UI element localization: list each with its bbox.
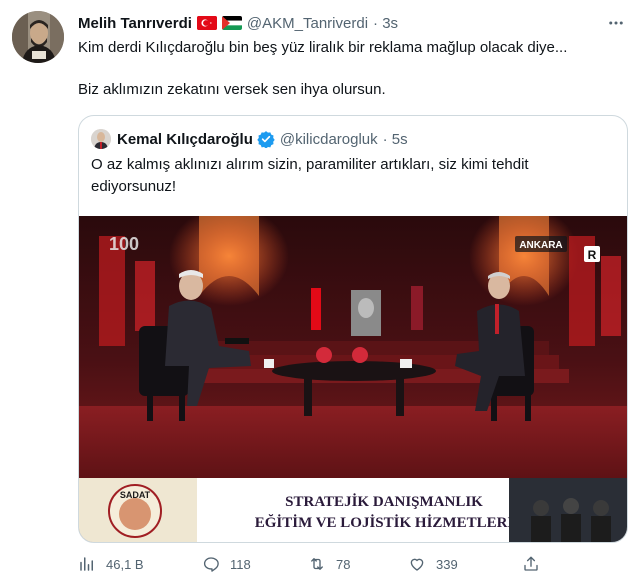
- like-button[interactable]: 339: [408, 552, 458, 576]
- channel-logo: 100: [109, 234, 139, 254]
- reply-icon: [203, 557, 219, 572]
- views-button[interactable]: 46,1 B: [78, 552, 144, 576]
- author-avatar[interactable]: [12, 11, 64, 63]
- quoted-tweet[interactable]: Kemal Kılıçdaroğlu @kilicdarogluk · 5s O…: [78, 115, 628, 543]
- tweet[interactable]: Melih Tanrıverdi @AKM_Tanriverdi · 3s Ki…: [0, 0, 640, 582]
- ad-line1: STRATEJİK DANIŞMANLIK: [285, 493, 483, 510]
- like-count: 339: [436, 556, 458, 572]
- reply-button[interactable]: 118: [202, 552, 251, 576]
- retweet-count: 78: [336, 556, 351, 572]
- author-handle[interactable]: @AKM_Tanriverdi: [247, 15, 368, 32]
- palestine-flag-icon: [221, 16, 242, 30]
- views-count: 46,1 B: [106, 556, 144, 572]
- quoted-header: Kemal Kılıçdaroğlu @kilicdarogluk · 5s: [91, 128, 408, 150]
- verified-badge-icon: [257, 130, 275, 149]
- quoted-text: O az kalmış aklınızı alırım sizin, param…: [91, 156, 529, 195]
- turkey-flag-icon: [196, 16, 217, 30]
- retweet-icon: [311, 558, 323, 570]
- quoted-author-name[interactable]: Kemal Kılıçdaroğlu: [117, 131, 253, 148]
- quoted-media-video[interactable]: 100 ANKARA R SADAT STRATEJİK DANIŞMANLIK…: [79, 216, 627, 542]
- tweet-header: Melih Tanrıverdi @AKM_Tanriverdi · 3s: [78, 12, 398, 34]
- avatar-image: [12, 11, 64, 63]
- like-icon: [410, 558, 424, 571]
- retweet-button[interactable]: 78: [308, 552, 350, 576]
- share-button[interactable]: [522, 552, 550, 576]
- more-icon[interactable]: [604, 12, 628, 34]
- author-name[interactable]: Melih Tanrıverdi: [78, 15, 192, 32]
- tv-studio-image: 100 ANKARA R SADAT STRATEJİK DANIŞMANLIK…: [79, 216, 627, 542]
- tweet-text-line1: Kim derdi Kılıçdaroğlu bin beş yüz liral…: [78, 39, 568, 56]
- quoted-time[interactable]: · 5s: [383, 131, 408, 148]
- ad-logo: SADAT: [120, 490, 151, 500]
- quoted-author-handle[interactable]: @kilicdarogluk: [280, 131, 378, 148]
- views-icon: [80, 557, 93, 571]
- tweet-text-line2: Biz aklımızın zekatını versek sen ihya o…: [78, 81, 386, 98]
- reply-count: 118: [230, 556, 251, 572]
- share-icon: [524, 556, 538, 571]
- corner-logo: R: [588, 248, 597, 262]
- quoted-avatar: [91, 129, 111, 149]
- location-tag: ANKARA: [519, 240, 562, 251]
- tweet-time[interactable]: · 3s: [373, 15, 398, 32]
- ad-line2: EĞİTİM VE LOJİSTİK HİZMETLERİ: [255, 514, 514, 531]
- action-bar: 46,1 B 118 78 339: [78, 552, 628, 576]
